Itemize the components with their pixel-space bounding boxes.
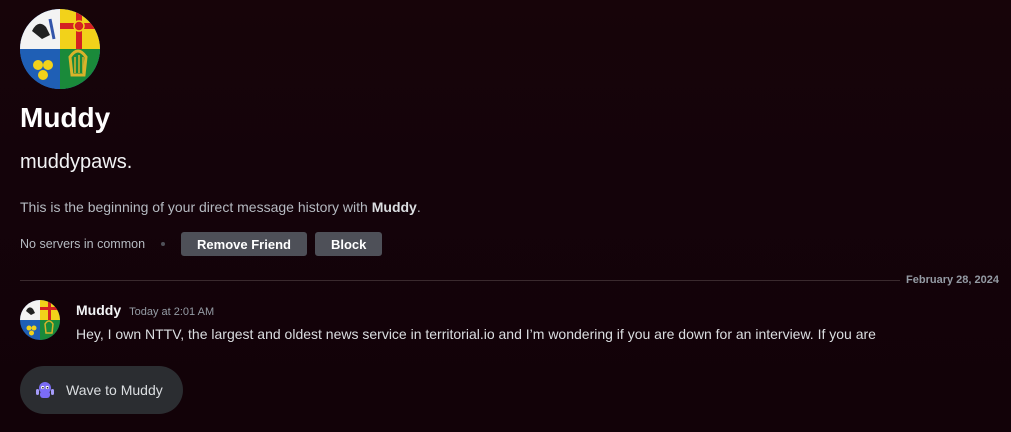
profile-username: muddypaws.: [20, 151, 133, 173]
divider-date: February 28, 2024: [906, 274, 999, 286]
province-flag-avatar: [20, 9, 100, 89]
dm-intro-prefix: This is the beginning of your direct mes…: [20, 199, 372, 215]
wave-button-label: Wave to Muddy: [66, 382, 163, 398]
profile-avatar[interactable]: [20, 9, 100, 89]
message-content: Hey, I own NTTV, the largest and oldest …: [76, 326, 876, 342]
message-author-name[interactable]: Muddy: [76, 302, 121, 318]
block-button[interactable]: Block: [314, 232, 383, 256]
message-header: Muddy Today at 2:01 AM: [76, 302, 214, 318]
date-divider: February 28, 2024: [20, 272, 999, 288]
wave-button[interactable]: Wave to Muddy: [20, 366, 183, 414]
profile-actions-row: No servers in common Remove Friend Block: [20, 232, 390, 256]
divider-line: [20, 279, 901, 281]
message-author-avatar[interactable]: [20, 300, 60, 340]
remove-friend-button[interactable]: Remove Friend: [181, 232, 307, 256]
dm-intro-suffix: .: [416, 199, 421, 215]
wumpus-wave-icon: [36, 382, 54, 398]
dm-intro-name: Muddy: [371, 199, 417, 215]
mutual-servers-text: No servers in common: [20, 237, 146, 251]
message-timestamp: Today at 2:01 AM: [129, 306, 215, 318]
province-flag-avatar-small: [20, 300, 60, 340]
separator-dot: [161, 242, 166, 246]
dm-intro-text: This is the beginning of your direct mes…: [20, 197, 421, 217]
profile-display-name: Muddy: [20, 102, 111, 133]
